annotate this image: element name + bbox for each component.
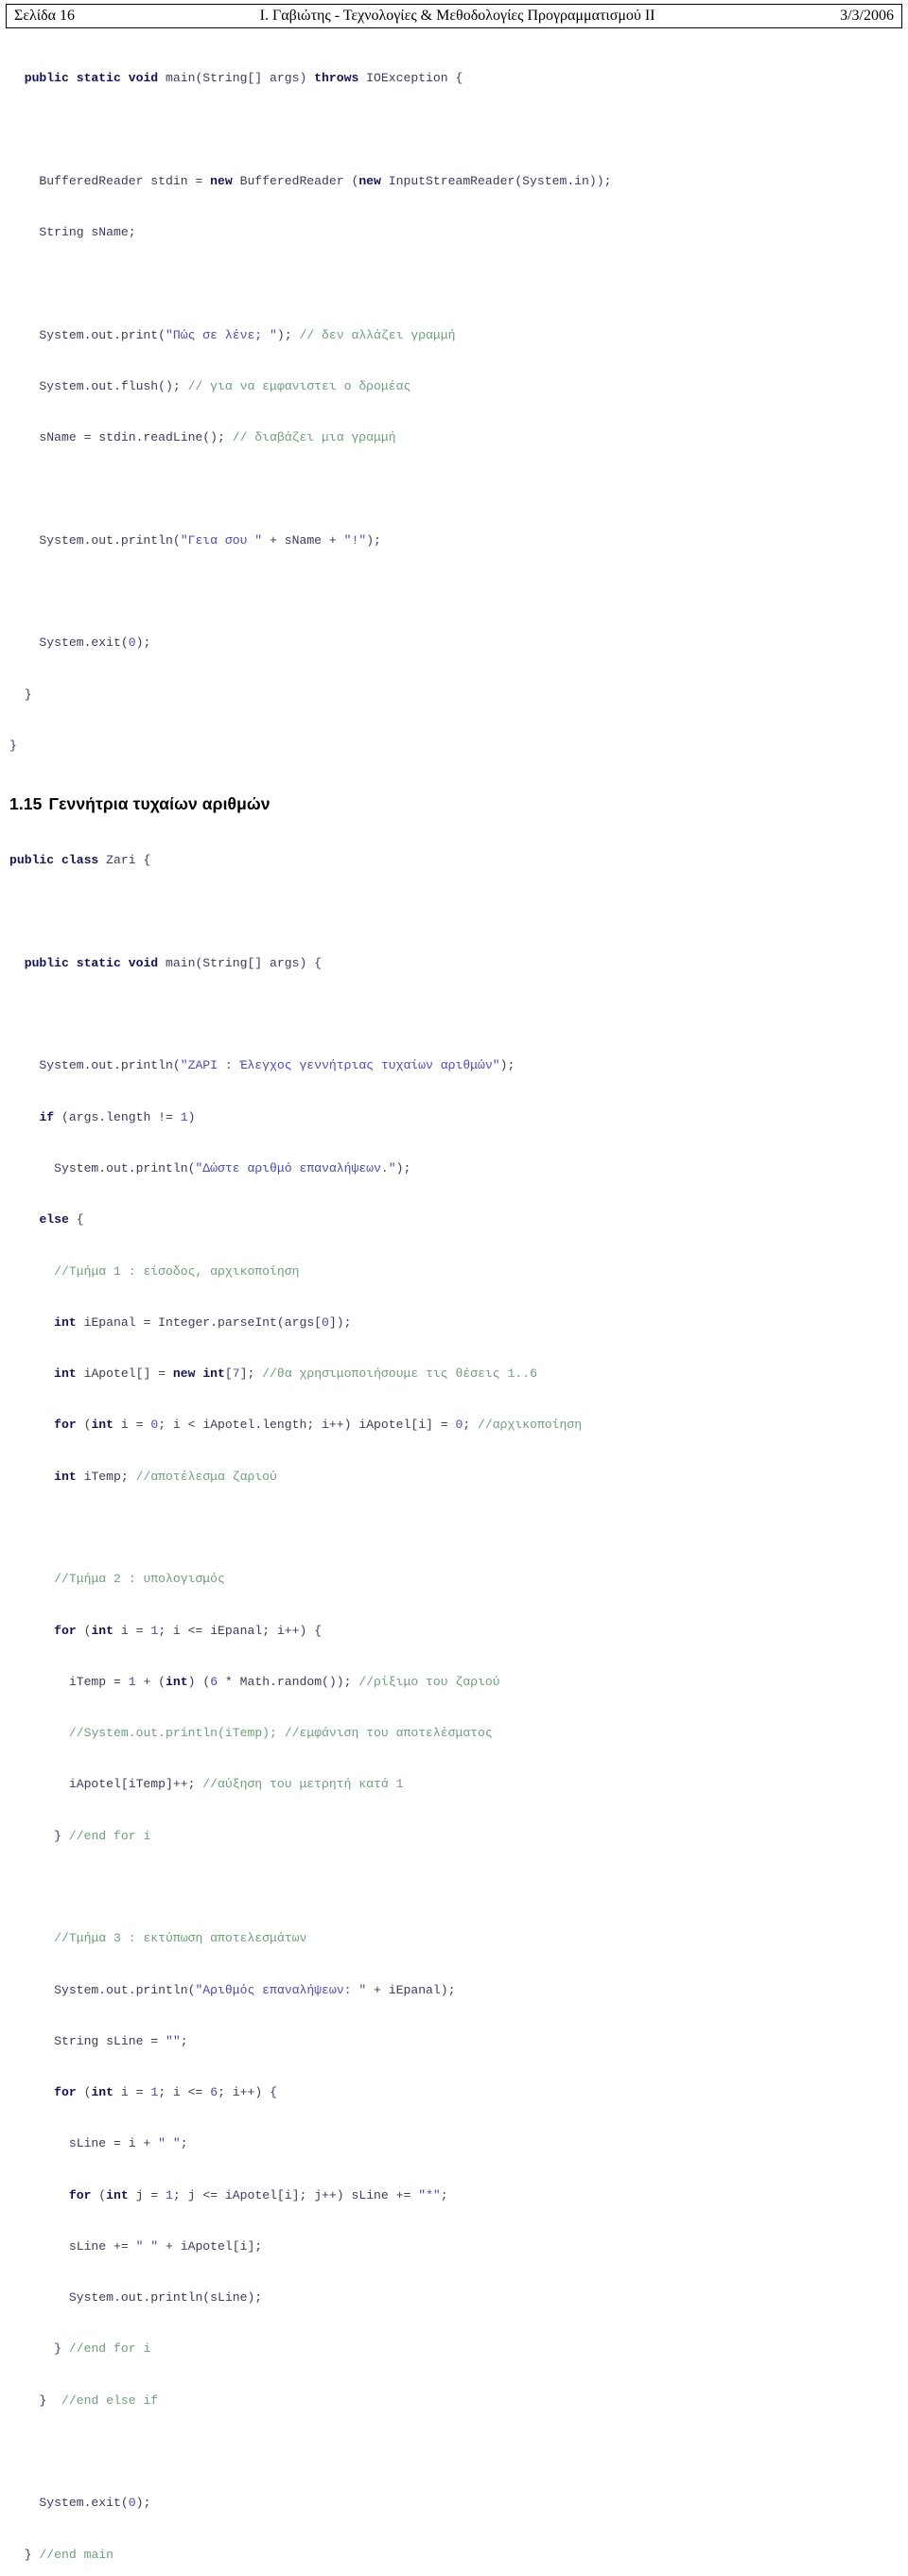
code-line: BufferedReader stdin = new BufferedReade… [9,173,612,188]
header-title: Ι. Γαβιώτης - Τεχνολογίες & Μεθοδολογίες… [259,8,655,24]
code-line: for (int i = 1; i <= 6; i++) { [54,2085,277,2100]
code-line: } //end for i [9,2341,151,2357]
code-line: //Τμήμα 3 : εκτύπωση αποτελεσμάτων [54,1931,307,1946]
code-line: for (int i = 0; i < iApotel.length; i++)… [54,1418,583,1433]
code-line: //Τμήμα 1 : είσοδος, αρχικοποίηση [54,1263,300,1279]
code-line: } [9,738,17,753]
code-line: String sName; [9,225,136,240]
section-heading-1-15: 1.15 Γεννήτρια τυχαίων αριθμών [9,794,899,814]
code-line: int iApotel[] = new int[7]; //θα χρησιμο… [54,1366,537,1382]
code-line: System.out.println("ZAPI : Έλεγχος γεννή… [9,1058,515,1073]
code-line: System.out.print("Πώς σε λένε; "); // δε… [9,327,456,342]
code-line: public static void main(String[] args) t… [24,71,463,86]
code-line: System.out.println("Γεια σου " + sName +… [9,532,381,548]
code-line: //Τμήμα 2 : υπολογισμός [54,1572,225,1587]
code-line: if (args.length != 1) [39,1109,196,1124]
code-line: //System.out.println(iTemp); //εμφάνιση … [68,1726,493,1741]
header-page-label: Σελίδα 16 [14,8,76,24]
page-content: public static void main(String[] args) t… [0,28,908,2576]
code-line: int iEpanal = Integer.parseInt(args[0]); [54,1314,352,1330]
code-line: System.out.flush(); // για να εμφανιστει… [9,378,411,393]
code-line: sLine += " " + iApotel[i]; [9,2238,263,2254]
code-line: } //end main [9,2547,114,2562]
code-line: sName = stdin.readLine(); // διαβάζει μι… [9,430,396,445]
code-line: String sLine = ""; [9,2033,188,2048]
code-line: System.out.println("Αριθμός επαναλήψεων:… [9,1982,456,1997]
header-date: 3/3/2006 [840,8,894,24]
code-line: sLine = i + " "; [9,2136,188,2151]
code-line: System.exit(0); [9,635,151,651]
code-line: for (int i = 1; i <= iEpanal; i++) { [54,1623,323,1638]
code-block-top: public static void main(String[] args) t… [9,36,899,789]
page-header: Σελίδα 16 Ι. Γαβιώτης - Τεχνολογίες & Με… [6,4,902,28]
code-line: System.exit(0); [9,2496,151,2511]
section-title: Γεννήτρια τυχαίων αριθμών [48,794,271,814]
document-page: Σελίδα 16 Ι. Γαβιώτης - Τεχνολογίες & Με… [0,4,908,2562]
code-line: } //end else if [9,2393,159,2408]
code-line: public class Zari { [9,853,151,868]
code-line: iApotel[iTemp]++; //αύξηση του μετρητή κ… [9,1777,404,1792]
code-line: } [9,687,32,702]
code-line: } //end for i [9,1828,151,1843]
code-line: System.out.println(sLine); [9,2290,263,2306]
code-line: public static void main(String[] args) { [24,955,323,970]
code-line: iTemp = 1 + (int) (6 * Math.random()); /… [9,1674,500,1689]
code-line: int iTemp; //αποτέλεσμα ζαριού [54,1469,277,1484]
code-line: else { [39,1212,84,1227]
code-line: for (int j = 1; j <= iApotel[i]; j++) sL… [68,2187,448,2202]
section-number: 1.15 [9,794,43,814]
code-line: System.out.println("Δώστε αριθμό επαναλή… [9,1161,411,1175]
code-block-zari: public class Zari { public static void m… [9,818,899,2576]
